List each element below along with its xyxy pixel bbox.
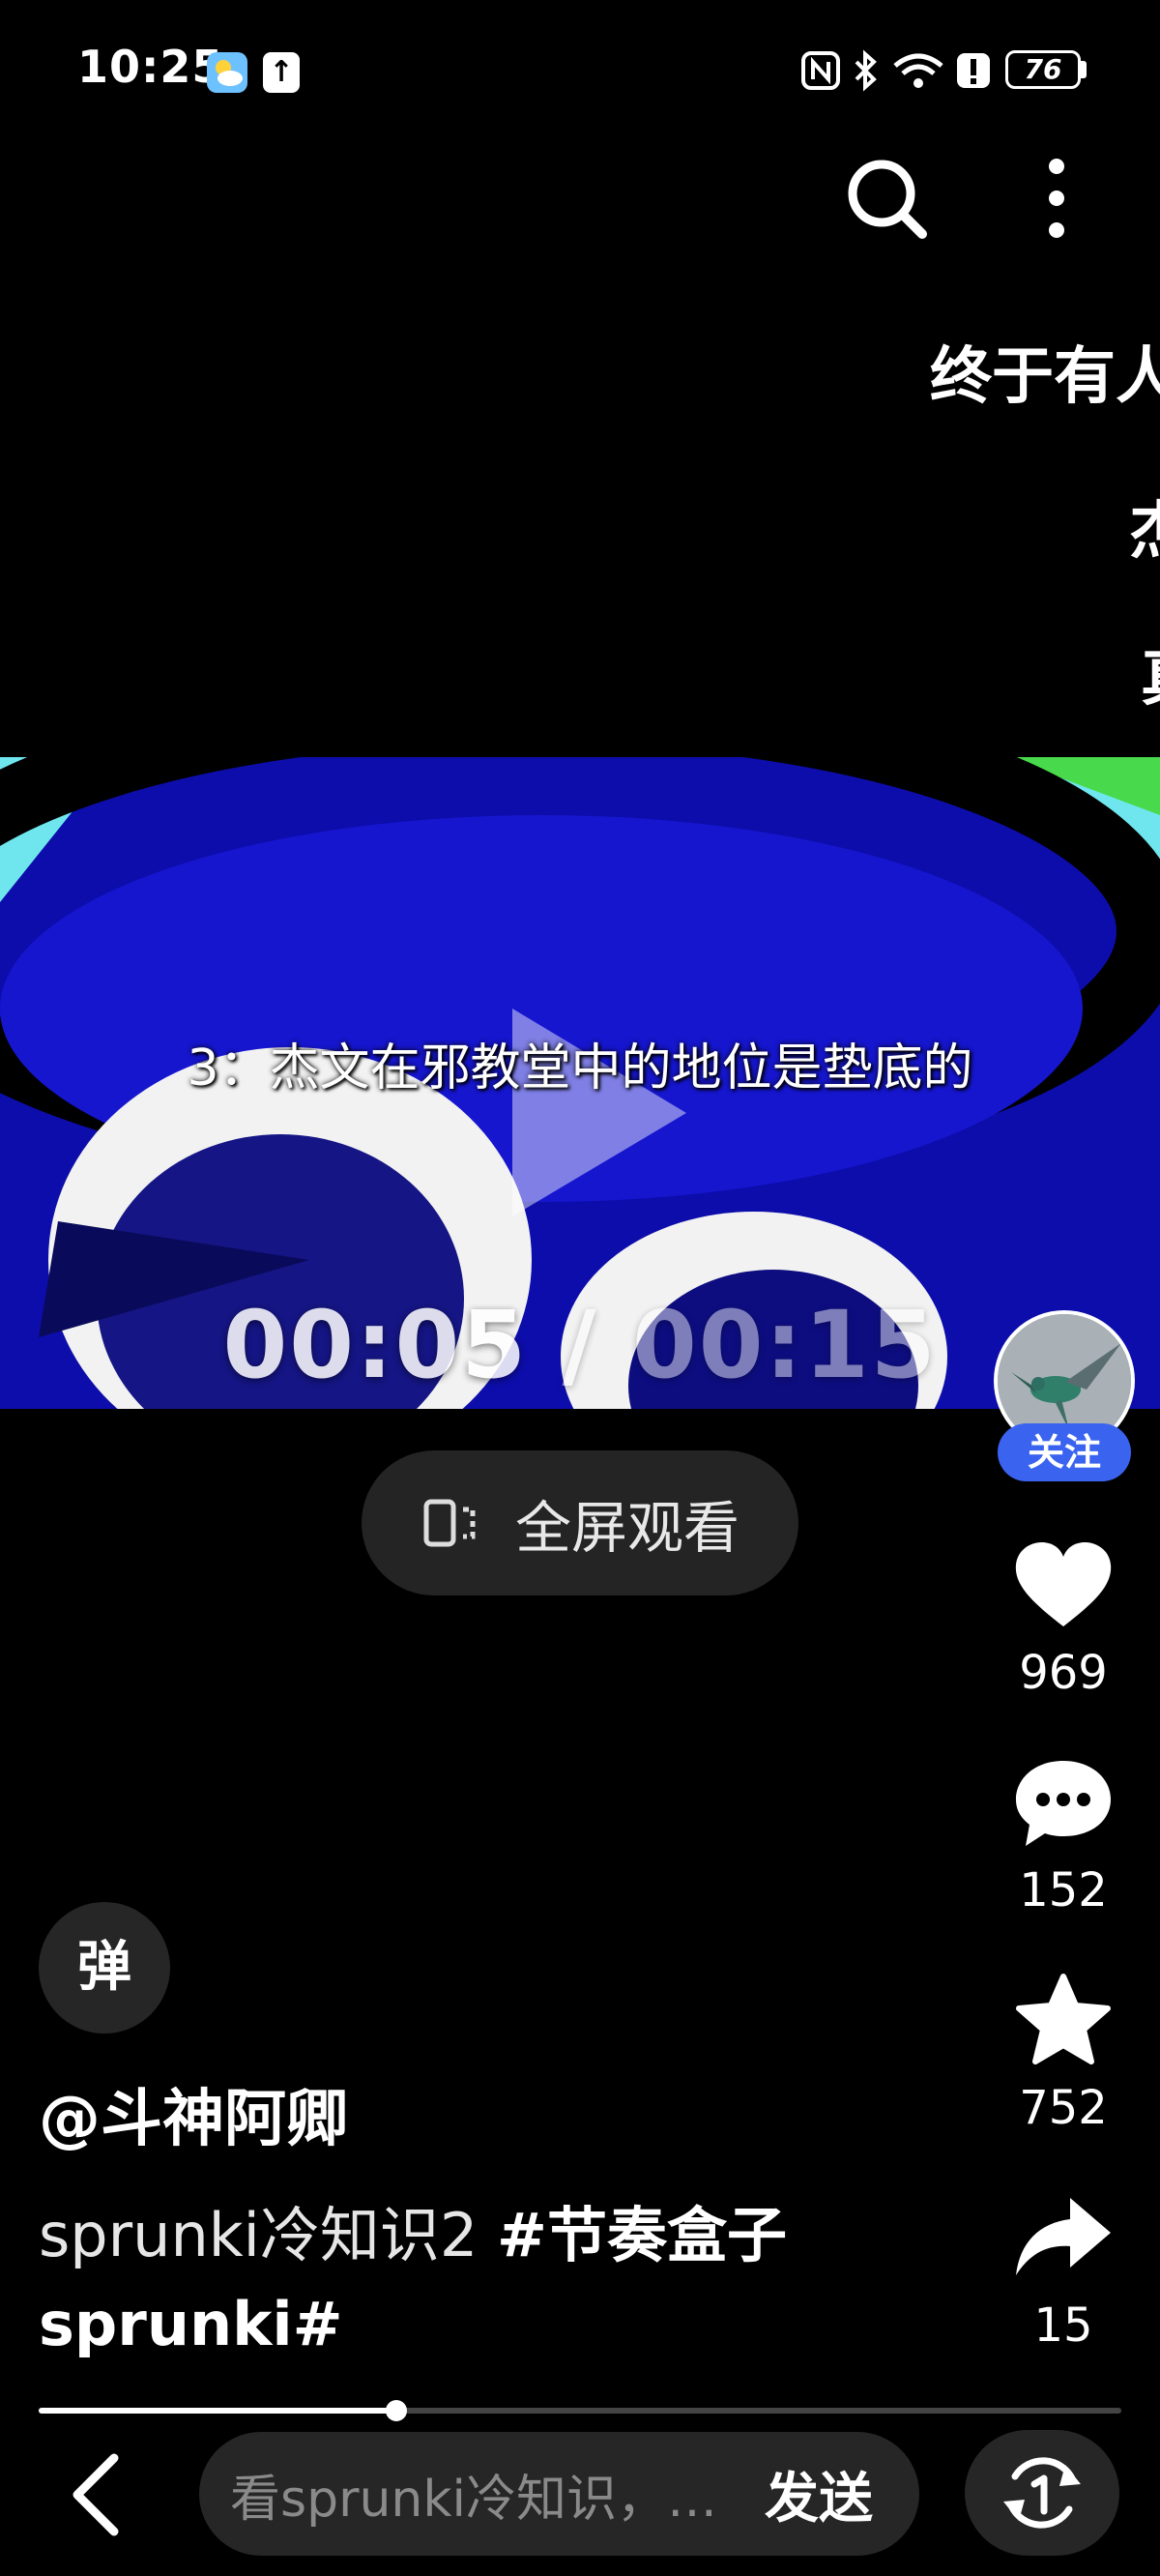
favorite-button[interactable]: 752 [1005,1973,1121,2135]
like-count: 969 [1019,1646,1108,1700]
replay-one-icon [1003,2457,1081,2529]
comment-bubble-icon [1016,1761,1111,1846]
edge-caption-line1: 终于有人 [930,341,1160,413]
comment-input-box[interactable]: 看sprunki冷知识，… 发送 [199,2432,919,2556]
playback-progress-bar[interactable] [39,2400,1121,2421]
video-subtitle: 3：杰文在邪教堂中的地位是垫底的 [187,1039,973,1098]
post-caption: sprunki冷知识2 #节奏盒子sprunki# [39,2191,909,2369]
send-button[interactable]: 发送 [765,2455,873,2533]
like-button[interactable]: 969 [1005,1537,1121,1700]
share-count: 15 [1033,2298,1093,2353]
comment-count: 152 [1019,1863,1108,1917]
time-current: 00:05 [222,1291,529,1399]
star-icon [1016,1974,1111,2064]
author-name[interactable]: @斗神阿卿 [39,2069,348,2158]
comment-input[interactable]: 看sprunki冷知识，… [230,2458,745,2531]
caption-text: sprunki冷知识2 [39,2200,498,2270]
replay-episode-button[interactable] [965,2430,1119,2556]
fullscreen-label: 全屏观看 [514,1495,740,1561]
fullscreen-button[interactable]: 全屏观看 [362,1450,798,1595]
share-arrow-icon [1016,2198,1111,2275]
video-timecode: 00:05 / 00:15 [0,1291,1160,1399]
follow-button[interactable]: 关注 [998,1423,1131,1481]
danmaku-label: 弹 [77,1936,131,1999]
time-separator: / [528,1291,632,1399]
heart-icon [1015,1541,1112,1626]
share-button[interactable]: 15 [1005,2190,1121,2353]
rotate-screen-icon [423,1499,476,1547]
progress-handle[interactable] [385,2400,407,2421]
edge-caption-line2: 杰 [1129,482,1160,571]
time-total: 00:15 [631,1291,938,1399]
danmaku-toggle-button[interactable]: 弹 [39,1902,170,2034]
edge-caption-clip: 终于有人 杰 真 [0,0,1160,757]
favorite-count: 752 [1019,2081,1108,2135]
progress-fill [39,2408,396,2414]
edge-caption-line3: 真 [1141,629,1160,717]
comment-button[interactable]: 152 [1005,1755,1121,1917]
back-arrow-icon[interactable] [58,2446,135,2543]
